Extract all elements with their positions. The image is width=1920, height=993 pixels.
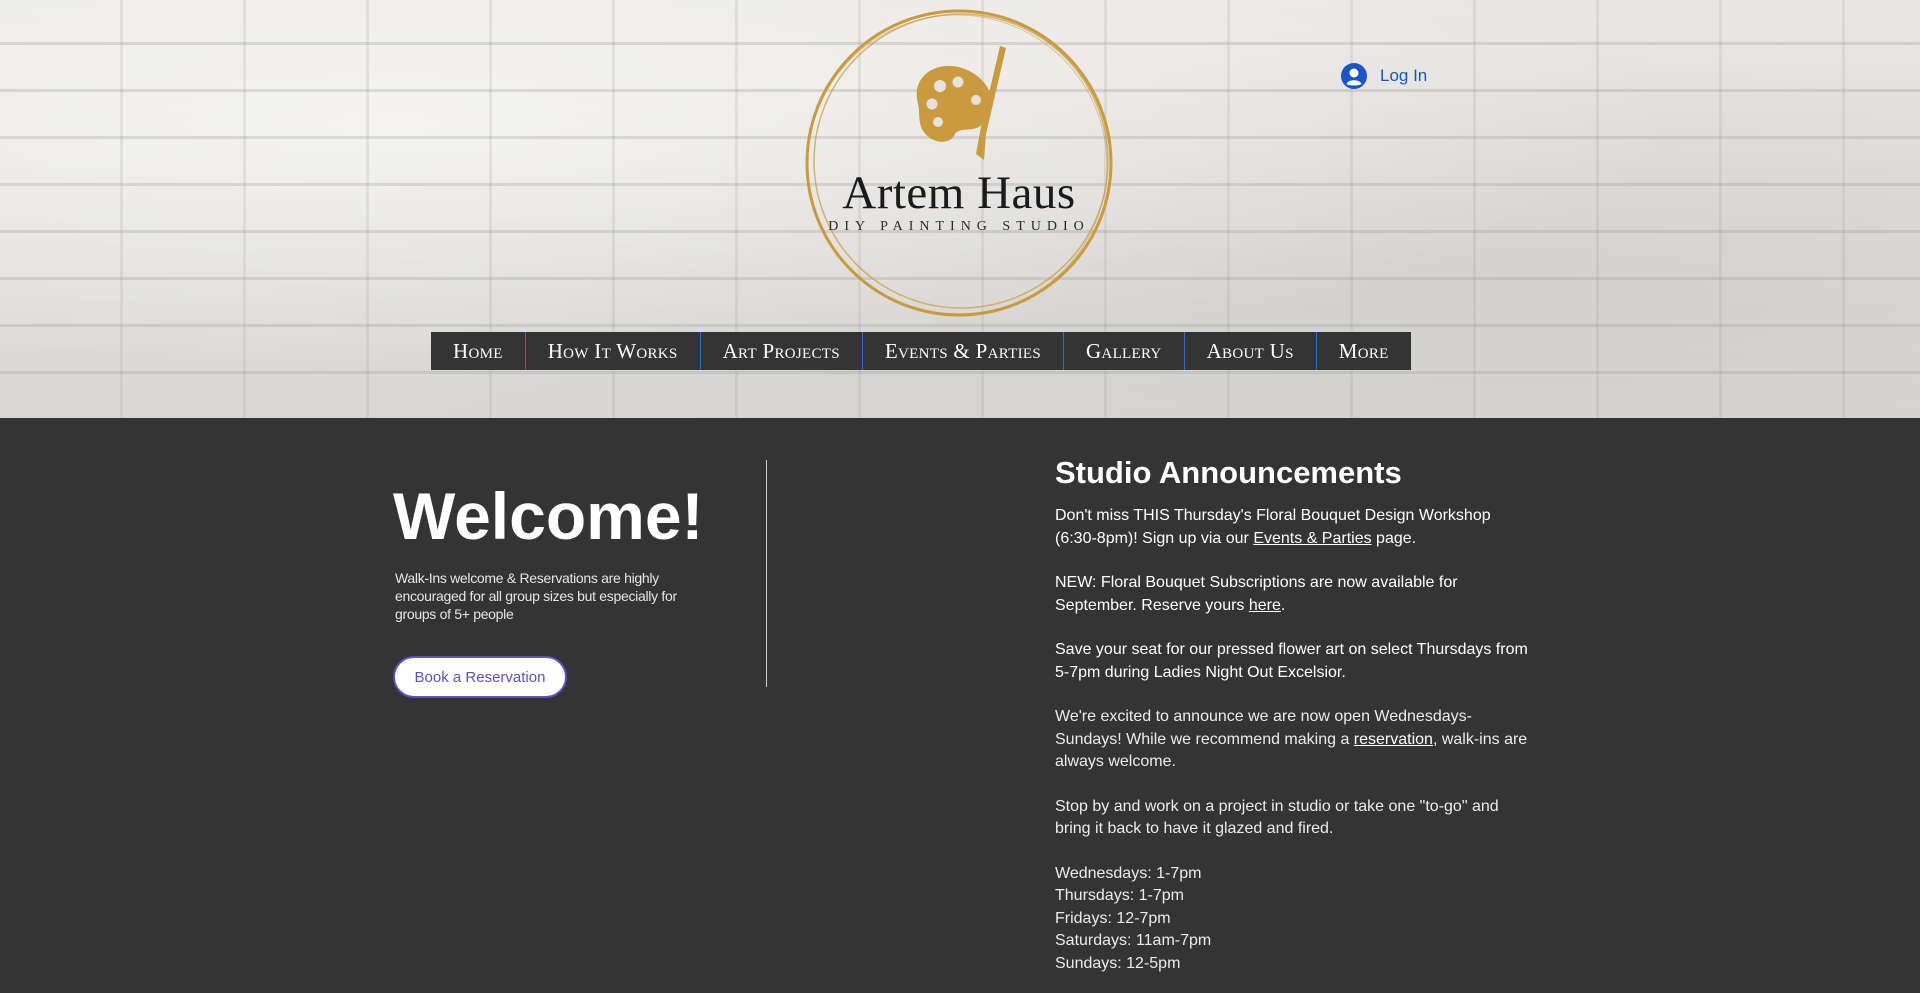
announcement-text: .	[1280, 596, 1286, 614]
logo-circle-icon	[805, 9, 1113, 317]
hours-saturday: Saturdays: 11am-7pm	[1055, 932, 1212, 949]
hours-friday: Fridays: 12-7pm	[1055, 909, 1171, 927]
announcements-title: Studio Announcements	[1055, 455, 1402, 490]
logo-subtitle: DIY PAINTING STUDIO	[828, 219, 1090, 234]
site-header: Artem Haus DIY PAINTING STUDIO Log In Ho…	[0, 0, 1920, 418]
events-parties-link[interactable]: Events & Parties	[1253, 530, 1371, 547]
column-divider	[766, 460, 767, 687]
welcome-title: Welcome!	[393, 479, 704, 553]
user-avatar-icon	[1341, 63, 1367, 89]
reservation-link[interactable]: reservation	[1354, 731, 1433, 748]
announcement-pressed-flower: Save your seat for our pressed flower ar…	[1055, 641, 1528, 681]
hours-thursday: Thursdays: 1-7pm	[1055, 887, 1184, 904]
site-logo[interactable]: Artem Haus DIY PAINTING STUDIO	[800, 4, 1118, 322]
hours-sunday: Sundays: 12-5pm	[1055, 954, 1181, 972]
nav-item-home[interactable]: Home	[431, 332, 526, 370]
nav-item-about-us[interactable]: About Us	[1185, 332, 1317, 370]
announcement-workshop: Don't miss THIS Thursday's Floral Bouque…	[1055, 505, 1535, 550]
nav-item-events-parties[interactable]: Events & Parties	[863, 332, 1064, 370]
nav-item-art-projects[interactable]: Art Projects	[701, 332, 863, 370]
main-nav: Home How It Works Art Projects Events & …	[431, 332, 1411, 370]
nav-item-how-it-works[interactable]: How It Works	[526, 332, 701, 370]
nav-item-gallery[interactable]: Gallery	[1064, 332, 1185, 370]
announcement-subscriptions: NEW: Floral Bouquet Subscriptions are no…	[1055, 572, 1535, 617]
studio-hours: Wednesdays: 1-7pm Thursdays: 1-7pm Frida…	[1055, 863, 1535, 976]
palette-brush-icon	[916, 46, 1006, 160]
announcement-to-go: Stop by and work on a project in studio …	[1055, 797, 1499, 838]
announcements-section: Studio Announcements Don't miss THIS Thu…	[1055, 455, 1535, 975]
nav-item-more[interactable]: More	[1317, 332, 1411, 370]
subscriptions-here-link[interactable]: here	[1249, 597, 1281, 614]
book-reservation-button[interactable]: Book a Reservation	[393, 656, 567, 698]
login-label: Log In	[1380, 66, 1428, 85]
announcement-text: page.	[1371, 529, 1417, 547]
announcement-open-days: We're excited to announce we are now ope…	[1055, 706, 1535, 774]
logo-title: Artem Haus	[842, 167, 1076, 219]
login-button[interactable]: Log In	[1340, 61, 1427, 91]
welcome-text: Walk-Ins welcome & Reservations are high…	[395, 570, 677, 622]
hours-wednesday: Wednesdays: 1-7pm	[1055, 864, 1202, 882]
